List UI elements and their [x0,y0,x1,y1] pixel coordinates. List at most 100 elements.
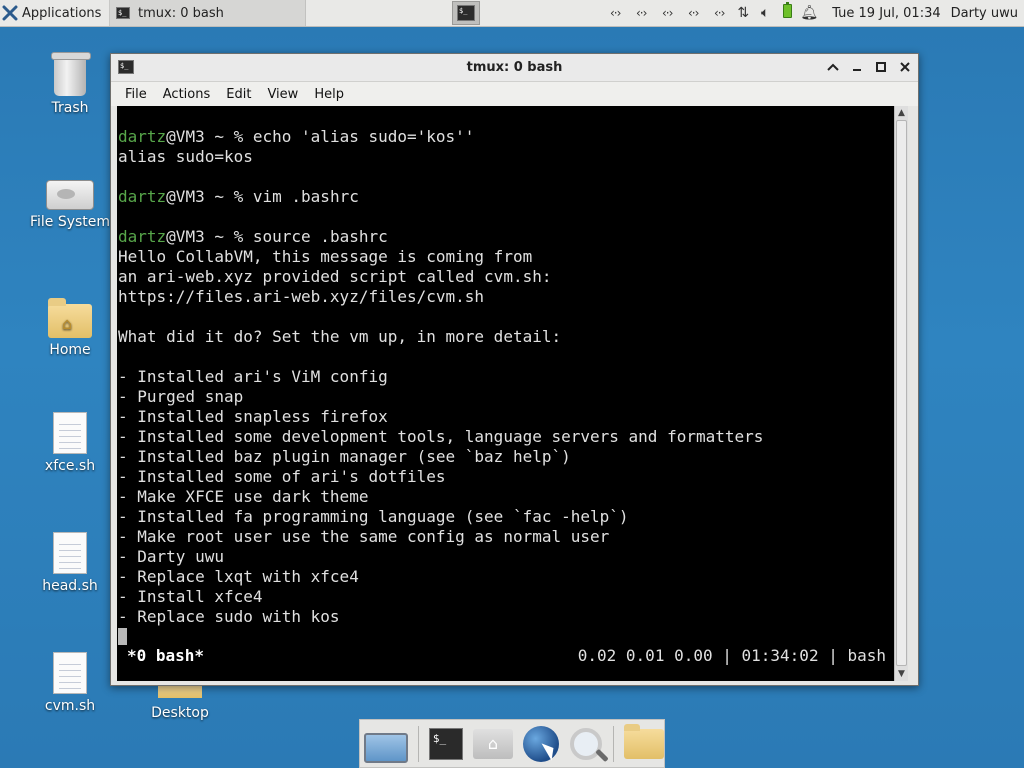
bottom-dock: $_ ⌂ [359,719,665,768]
home-folder-icon: ⌂ [48,298,92,338]
network-icon[interactable]: ‹·› [682,6,704,20]
desktop-icon-home[interactable]: ⌂ Home [20,298,120,358]
window-title: tmux: 0 bash [466,60,563,75]
chevron-up-icon [827,63,839,71]
script-file-icon [53,412,87,454]
command-text: vim .bashrc [252,187,359,206]
maximize-button[interactable] [872,58,890,76]
minimize-button[interactable] [848,58,866,76]
terminal-output-line: What did it do? Set the vm up, in more d… [118,327,763,347]
desktop-icon-desktop[interactable]: Desktop [130,686,230,721]
terminal-command-line: dartz@VM3 ~ % source .bashrc [118,227,763,247]
network-icon[interactable]: ‹·› [708,6,730,20]
terminal-window: $_ tmux: 0 bash File Actions Edit View H… [110,53,919,686]
dock-home[interactable]: ⌂ [473,723,513,765]
prompt-host: @VM3 ~ % [166,227,253,246]
terminal-output: dartz@VM3 ~ % echo 'alias sudo='kos'' ali… [118,127,763,647]
terminal-icon: $_ [428,727,463,760]
dock-terminal[interactable]: $_ [428,723,463,765]
prompt-user: dartz [118,127,167,146]
applications-menu-button[interactable]: Applications [0,0,110,26]
desktop-icon-trash[interactable]: Trash [20,52,120,116]
network-icon[interactable]: ‹·› [604,6,626,20]
network-transfer-icon[interactable]: ⇅ [734,5,752,21]
output-text: an ari-web.xyz provided script called cv… [118,267,552,286]
prompt-user: dartz [118,227,167,246]
desktop-icon-head-sh[interactable]: head.sh [20,532,120,594]
menu-file[interactable]: File [117,84,155,105]
terminal-output-line: - Make XFCE use dark theme [118,487,763,507]
dock-web-browser[interactable] [523,723,559,765]
output-text: https://files.ari-web.xyz/files/cvm.sh [118,287,485,306]
terminal-output-line: - Replace lxqt with xfce4 [118,567,763,587]
output-text: - Darty uwu [118,547,224,566]
menubar: File Actions Edit View Help [111,82,918,106]
scrollbar-thumb[interactable] [896,120,907,666]
dock-folder[interactable] [624,723,664,765]
minimize-icon [853,69,861,71]
terminal-icon: $_ [118,60,134,74]
menu-view[interactable]: View [259,84,306,105]
clock[interactable]: Tue 19 Jul, 01:34 [822,6,946,21]
output-text: - Installed some of ari's dotfiles [118,467,446,486]
terminal-output-line: - Installed some development tools, lang… [118,427,763,447]
desktop-icon-cvm-sh[interactable]: cvm.sh [20,652,120,714]
network-icon[interactable]: ‹·› [630,6,652,20]
output-text: - Purged snap [118,387,244,406]
desktop-icon-label: head.sh [42,578,98,594]
network-icon[interactable]: ‹·› [656,6,678,20]
output-text: - Make root user use the same config as … [118,527,610,546]
menu-actions[interactable]: Actions [155,84,219,105]
battery-icon[interactable] [778,2,796,22]
output-text: What did it do? Set the vm up, in more d… [118,327,562,346]
volume-icon[interactable]: 🔈︎ [756,5,774,21]
terminal-output-line: an ari-web.xyz provided script called cv… [118,267,763,287]
menu-help[interactable]: Help [306,84,352,105]
terminal-output-line: alias sudo=kos [118,147,763,167]
desktop-icon-xfce-sh[interactable]: xfce.sh [20,412,120,474]
window-titlebar[interactable]: $_ tmux: 0 bash [111,54,918,82]
terminal-output-line: - Installed ari's ViM config [118,367,763,387]
user-menu[interactable]: Darty uwu [951,6,1020,21]
xfce-logo-icon [2,5,18,21]
dock-app-finder[interactable] [569,723,603,765]
taskbar-item-tmux[interactable]: $_ tmux: 0 bash [110,0,306,26]
dock-show-desktop[interactable] [364,723,408,765]
close-icon [900,62,910,72]
terminal-output-line: - Installed baz plugin manager (see `baz… [118,447,763,467]
output-text: - Install xfce4 [118,587,263,606]
terminal-icon: $_ [116,7,130,19]
notification-bell-icon[interactable]: 🔔︎ [800,5,818,21]
tmux-window-name: *0 bash* [127,646,205,665]
output-text: - Replace sudo with kos [118,607,340,626]
terminal-output-line: - Darty uwu [118,547,763,567]
output-text: - Installed snapless firefox [118,407,388,426]
terminal-area[interactable]: dartz@VM3 ~ % echo 'alias sudo='kos'' ali… [117,106,908,681]
desktop-icon-label: Home [49,342,91,358]
terminal-output-line: - Make root user use the same config as … [118,527,763,547]
scroll-down-arrow-icon[interactable]: ▼ [895,667,908,681]
trash-icon [51,52,91,96]
desktop-icon-label: Trash [51,100,89,116]
output-text: - Installed fa programming language (see… [118,507,629,526]
terminal-output-line: - Replace sudo with kos [118,607,763,627]
scrollbar[interactable]: ▲ ▼ [894,106,908,681]
script-file-icon [53,652,87,694]
terminal-output-line: - Installed fa programming language (see… [118,507,763,527]
close-button[interactable] [896,58,914,76]
scroll-up-arrow-icon[interactable]: ▲ [895,106,908,120]
workspace-switcher[interactable]: $_ [452,1,480,25]
terminal-output-line: https://files.ari-web.xyz/files/cvm.sh [118,287,763,307]
terminal-command-line: dartz@VM3 ~ % echo 'alias sudo='kos'' [118,127,763,147]
desktop-icon-file-system[interactable]: File System [20,174,120,230]
top-panel: Applications $_ tmux: 0 bash $_ ‹·› ‹·› … [0,0,1024,27]
command-text: source .bashrc [252,227,388,246]
script-file-icon [53,532,87,574]
shade-button[interactable] [824,58,842,76]
output-text: - Installed baz plugin manager (see `baz… [118,447,571,466]
terminal-output-line: - Installed snapless firefox [118,407,763,427]
menu-edit[interactable]: Edit [218,84,259,105]
